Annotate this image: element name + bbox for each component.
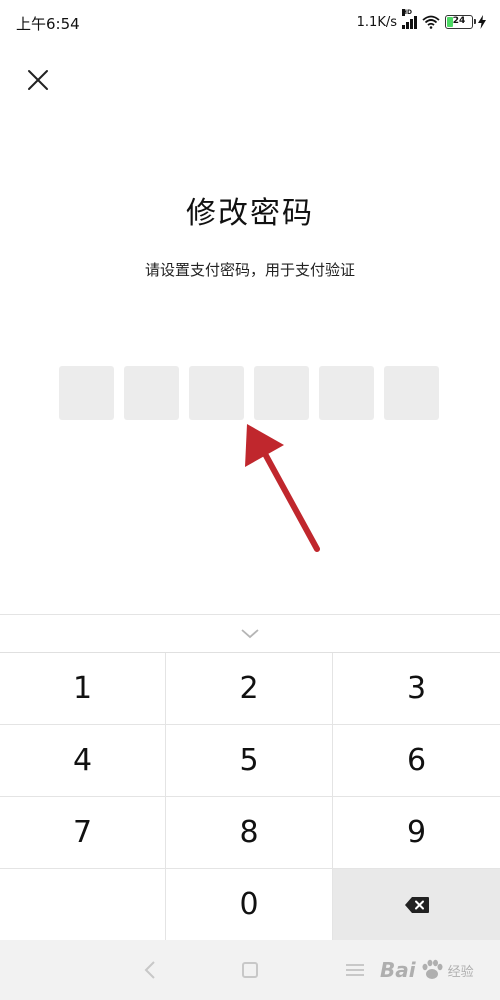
close-icon xyxy=(28,70,48,90)
chevron-down-icon xyxy=(241,628,259,638)
key-6[interactable]: 6 xyxy=(333,725,500,797)
key-9[interactable]: 9 xyxy=(333,797,500,869)
keyboard-collapse-button[interactable] xyxy=(0,615,500,653)
home-icon[interactable] xyxy=(240,960,260,980)
pin-box[interactable] xyxy=(59,366,114,420)
pin-box[interactable] xyxy=(124,366,179,420)
charging-icon xyxy=(478,15,486,29)
key-1[interactable]: 1 xyxy=(0,653,166,725)
watermark-brand: Bai xyxy=(380,958,416,982)
key-2[interactable]: 2 xyxy=(166,653,333,725)
page-title: 修改密码 xyxy=(186,196,314,231)
close-button[interactable] xyxy=(20,62,56,98)
wifi-icon xyxy=(422,15,440,29)
paw-logo-icon xyxy=(422,959,443,979)
pin-box[interactable] xyxy=(254,366,309,420)
status-time: 上午6:54 xyxy=(16,15,80,33)
watermark-suffix: 经验 xyxy=(447,964,474,980)
battery-icon: 24 xyxy=(445,15,476,29)
status-icons: 1.1K/s HD 24 xyxy=(356,9,486,32)
menu-icon[interactable] xyxy=(344,960,366,980)
battery-level: 24 xyxy=(452,16,466,26)
key-blank xyxy=(0,869,166,941)
net-speed: 1.1K/s xyxy=(356,14,397,30)
status-bar: 上午6:54 1.1K/s HD 24 xyxy=(0,0,500,46)
baidu-jingyan-watermark: Bai 经验 xyxy=(380,945,495,995)
key-8[interactable]: 8 xyxy=(166,797,333,869)
hd-signal-icon: HD xyxy=(402,9,417,29)
hd-label-icon: HD xyxy=(402,9,413,16)
key-0[interactable]: 0 xyxy=(166,869,333,941)
pin-box[interactable] xyxy=(189,366,244,420)
keypad-grid: 1 2 3 4 5 6 7 8 9 0 xyxy=(0,653,500,941)
pin-box[interactable] xyxy=(319,366,374,420)
pin-box[interactable] xyxy=(384,366,439,420)
backspace-icon xyxy=(404,896,429,913)
numeric-keyboard: 1 2 3 4 5 6 7 8 9 0 xyxy=(0,614,500,941)
delete-key[interactable] xyxy=(333,869,500,941)
key-5[interactable]: 5 xyxy=(166,725,333,797)
page-subtitle: 请设置支付密码，用于支付验证 xyxy=(144,261,355,279)
pin-input[interactable] xyxy=(59,366,439,420)
key-4[interactable]: 4 xyxy=(0,725,166,797)
key-7[interactable]: 7 xyxy=(0,797,166,869)
key-3[interactable]: 3 xyxy=(333,653,500,725)
back-icon[interactable] xyxy=(140,958,160,982)
